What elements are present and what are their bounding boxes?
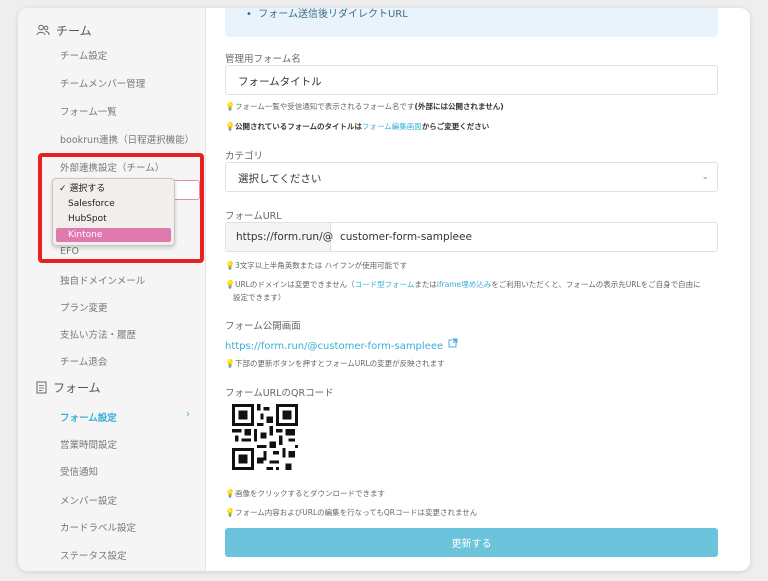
lightbulb-icon: 💡 (225, 359, 235, 368)
qr-hint-1: 💡画像をクリックするとダウンロードできます (225, 489, 385, 498)
public-page-link[interactable]: https://form.run/@customer-form-sampleee (225, 338, 458, 352)
app-window: チーム チーム設定 チームメンバー管理 フォーム一覧 bookrun連携（日程選… (18, 8, 750, 571)
lightbulb-icon: 💡 (225, 280, 235, 289)
form-name-hint-2: 💡公開されているフォームのタイトルはフォーム編集画面からご変更ください (225, 122, 490, 131)
team-section-header: チーム (36, 20, 92, 40)
sidebar-item-payment[interactable]: 支払い方法・履歴 (60, 327, 136, 341)
main-content: • フォーム送信後リダイレクトURL 管理用フォーム名 フォームタイトル 💡フォ… (206, 8, 750, 571)
iframe-link[interactable]: iframe埋め込み (437, 280, 491, 289)
form-name-label: 管理用フォーム名 (225, 54, 301, 65)
form-url-label: フォームURL (225, 211, 282, 222)
form-name-hint-1: 💡フォーム一覧や受信通知で表示されるフォーム名です(外部には公開されません) (225, 102, 504, 111)
form-edit-link[interactable]: フォーム編集画面 (362, 122, 422, 131)
banner-item: • フォーム送信後リダイレクトURL (246, 9, 408, 20)
highlight-annotation-box (38, 153, 204, 263)
update-button[interactable]: 更新する (225, 528, 718, 557)
form-url-hint-1: 💡3文字以上半角英数または ハイフンが使用可能です (225, 261, 408, 270)
form-url-input[interactable]: https://form.run/@ customer-form-samplee… (225, 222, 718, 252)
category-label: カテゴリ (225, 151, 264, 162)
qr-code-image[interactable] (232, 404, 298, 470)
external-link-icon (448, 338, 458, 348)
lightbulb-icon: 💡 (225, 122, 235, 131)
sidebar-item-team-leave[interactable]: チーム退会 (60, 354, 107, 368)
sidebar-item-form-list[interactable]: フォーム一覧 (60, 104, 117, 118)
public-page-hint: 💡下部の更新ボタンを押すとフォームURLの変更が反映されます (225, 359, 445, 368)
qr-hint-2: 💡フォーム内容およびURLの編集を行なってもQRコードは変更されません (225, 508, 478, 517)
form-name-input[interactable]: フォームタイトル (225, 65, 718, 95)
lightbulb-icon: 💡 (225, 489, 235, 498)
sidebar: チーム チーム設定 チームメンバー管理 フォーム一覧 bookrun連携（日程選… (18, 8, 206, 571)
category-select[interactable]: 選択してください ⌄ (225, 162, 718, 192)
sidebar-item-team-settings[interactable]: チーム設定 (60, 48, 107, 62)
sidebar-item-form-settings[interactable]: フォーム設定 (60, 410, 117, 424)
sidebar-item-notifications[interactable]: 受信通知 (60, 464, 98, 478)
sidebar-item-member-settings[interactable]: メンバー設定 (60, 493, 117, 507)
form-url-hint-2-cont: 設定できます） (233, 293, 286, 302)
team-icon (36, 24, 50, 36)
form-name-value: フォームタイトル (238, 76, 322, 88)
chevron-right-icon: › (186, 409, 190, 420)
lightbulb-icon: 💡 (225, 261, 235, 270)
redirect-url-banner: • フォーム送信後リダイレクトURL (225, 8, 718, 37)
sidebar-item-custom-domain-mail[interactable]: 独自ドメインメール (60, 273, 145, 287)
chevron-down-icon: ⌄ (701, 172, 709, 182)
sidebar-item-card-labels[interactable]: カードラベル設定 (60, 520, 136, 534)
team-section-label: チーム (56, 23, 92, 38)
form-section-label: フォーム (53, 380, 101, 395)
code-form-link[interactable]: コード型フォーム (355, 280, 415, 289)
form-url-hint-2: 💡URLのドメインは変更できません（コード型フォームまたはiframe埋め込みを… (225, 280, 701, 289)
sidebar-item-plan-change[interactable]: プラン変更 (60, 300, 108, 314)
sidebar-item-business-hours[interactable]: 営業時間設定 (60, 437, 117, 451)
public-page-label: フォーム公開画面 (225, 321, 301, 332)
sidebar-item-team-members[interactable]: チームメンバー管理 (60, 76, 145, 90)
lightbulb-icon: 💡 (225, 508, 235, 517)
category-value: 選択してください (238, 173, 322, 185)
qr-label: フォームURLのQRコード (225, 388, 334, 399)
form-section-header: フォーム (36, 377, 101, 397)
url-value: customer-form-sampleee (340, 231, 472, 243)
document-icon (36, 381, 47, 393)
sidebar-item-bookrun[interactable]: bookrun連携（日程選択機能） (60, 132, 194, 146)
lightbulb-icon: 💡 (225, 102, 235, 111)
sidebar-item-status-settings[interactable]: ステータス設定 (60, 548, 127, 562)
url-prefix: https://form.run/@ (226, 223, 333, 251)
